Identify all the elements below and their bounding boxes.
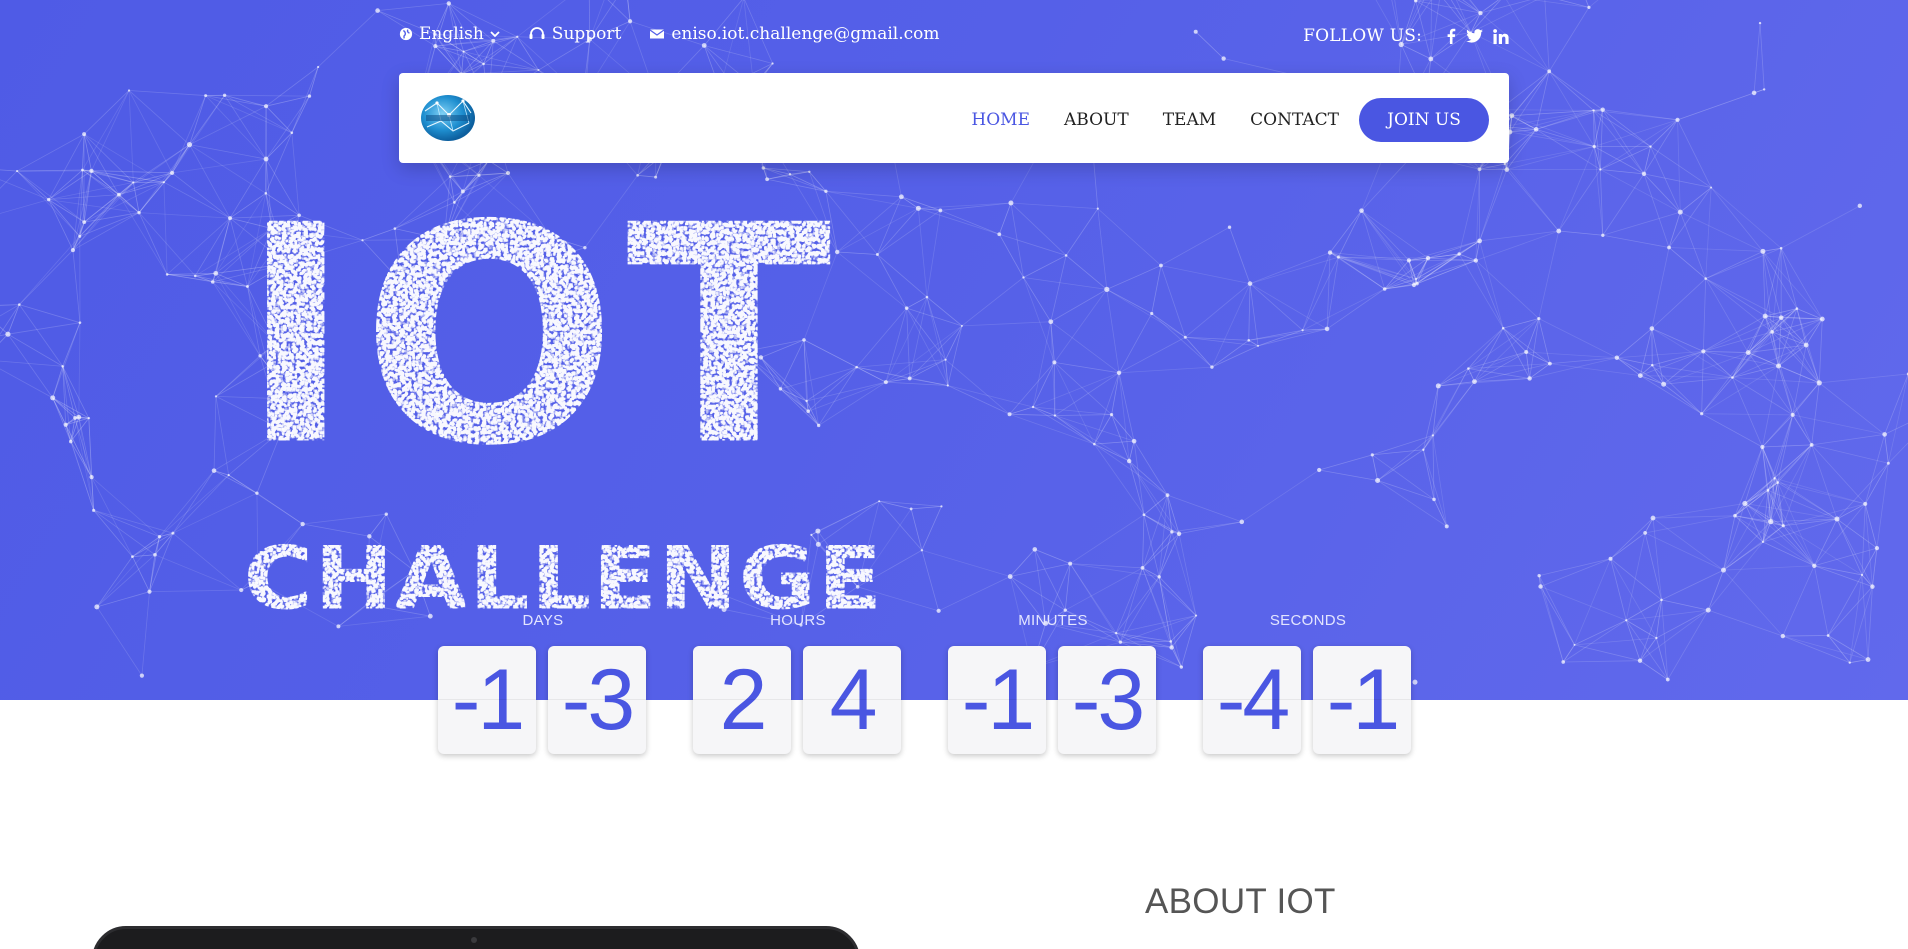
nav-home[interactable]: HOME bbox=[971, 110, 1030, 130]
countdown-digit-value: -3 bbox=[1071, 652, 1145, 748]
language-label: English bbox=[419, 24, 484, 44]
email-label: eniso.iot.challenge@gmail.com bbox=[671, 24, 940, 44]
chevron-down-icon bbox=[490, 31, 500, 38]
countdown-digit: -3 bbox=[548, 646, 646, 754]
countdown-timer: DAYS -1 -3 HOURS 2 4 MINUTES -1 -3 SECON… bbox=[438, 610, 1438, 760]
main-navbar: HOME ABOUT TEAM CONTACT JOIN US bbox=[399, 73, 1509, 163]
camera-dot bbox=[471, 937, 477, 943]
facebook-icon[interactable] bbox=[1446, 28, 1456, 44]
language-selector[interactable]: English bbox=[399, 24, 500, 44]
hero-title-iot: IOT bbox=[240, 170, 841, 511]
countdown-minutes: MINUTES -1 -3 bbox=[948, 610, 1158, 760]
countdown-digit-value: 4 bbox=[829, 652, 878, 748]
countdown-hours: HOURS 2 4 bbox=[693, 610, 903, 760]
countdown-digit-value: -1 bbox=[451, 652, 525, 748]
page: English Support eniso.iot.challenge@gmai… bbox=[0, 0, 1908, 949]
device-mockup-image bbox=[92, 926, 860, 949]
follow-us-label: FOLLOW US: bbox=[1303, 26, 1422, 46]
about-section-title: ABOUT IOT bbox=[1145, 882, 1336, 921]
countdown-seconds-label: SECONDS bbox=[1269, 612, 1347, 629]
countdown-digit-value: -3 bbox=[561, 652, 635, 748]
globe-icon bbox=[399, 27, 413, 41]
countdown-digit: -4 bbox=[1203, 646, 1301, 754]
support-link[interactable]: Support bbox=[528, 24, 622, 44]
countdown-digit-value: 2 bbox=[719, 652, 768, 748]
linkedin-icon[interactable] bbox=[1493, 28, 1509, 44]
countdown-minutes-label: MINUTES bbox=[1018, 612, 1088, 629]
nav-links: HOME ABOUT TEAM CONTACT JOIN US bbox=[937, 98, 1489, 142]
site-logo[interactable] bbox=[419, 93, 477, 143]
headset-icon bbox=[529, 27, 545, 39]
countdown-digit-value: -1 bbox=[1326, 652, 1400, 748]
countdown-days-label: DAYS bbox=[522, 612, 564, 629]
countdown-digit: -1 bbox=[438, 646, 536, 754]
mail-icon bbox=[649, 29, 665, 39]
countdown-hours-label: HOURS bbox=[770, 612, 826, 629]
countdown-digit: 4 bbox=[803, 646, 901, 754]
countdown-digit: -1 bbox=[1313, 646, 1411, 754]
hero-section: English Support eniso.iot.challenge@gmai… bbox=[0, 0, 1908, 700]
countdown-digit: -3 bbox=[1058, 646, 1156, 754]
twitter-icon[interactable] bbox=[1466, 29, 1483, 43]
countdown-digit-value: -1 bbox=[961, 652, 1035, 748]
join-us-button[interactable]: JOIN US bbox=[1359, 98, 1489, 142]
countdown-digit-value: -4 bbox=[1216, 652, 1290, 748]
nav-about[interactable]: ABOUT bbox=[1064, 110, 1129, 130]
support-label: Support bbox=[551, 24, 622, 44]
email-link[interactable]: eniso.iot.challenge@gmail.com bbox=[649, 24, 940, 44]
countdown-digit: 2 bbox=[693, 646, 791, 754]
hero-title: IOT CHALLENGE bbox=[240, 170, 882, 629]
nav-contact[interactable]: CONTACT bbox=[1250, 110, 1339, 130]
top-bar: English Support eniso.iot.challenge@gmai… bbox=[399, 22, 1509, 52]
countdown-seconds: SECONDS -4 -1 bbox=[1203, 610, 1413, 760]
nav-team[interactable]: TEAM bbox=[1163, 110, 1216, 130]
countdown-digit: -1 bbox=[948, 646, 1046, 754]
countdown-days: DAYS -1 -3 bbox=[438, 610, 648, 760]
